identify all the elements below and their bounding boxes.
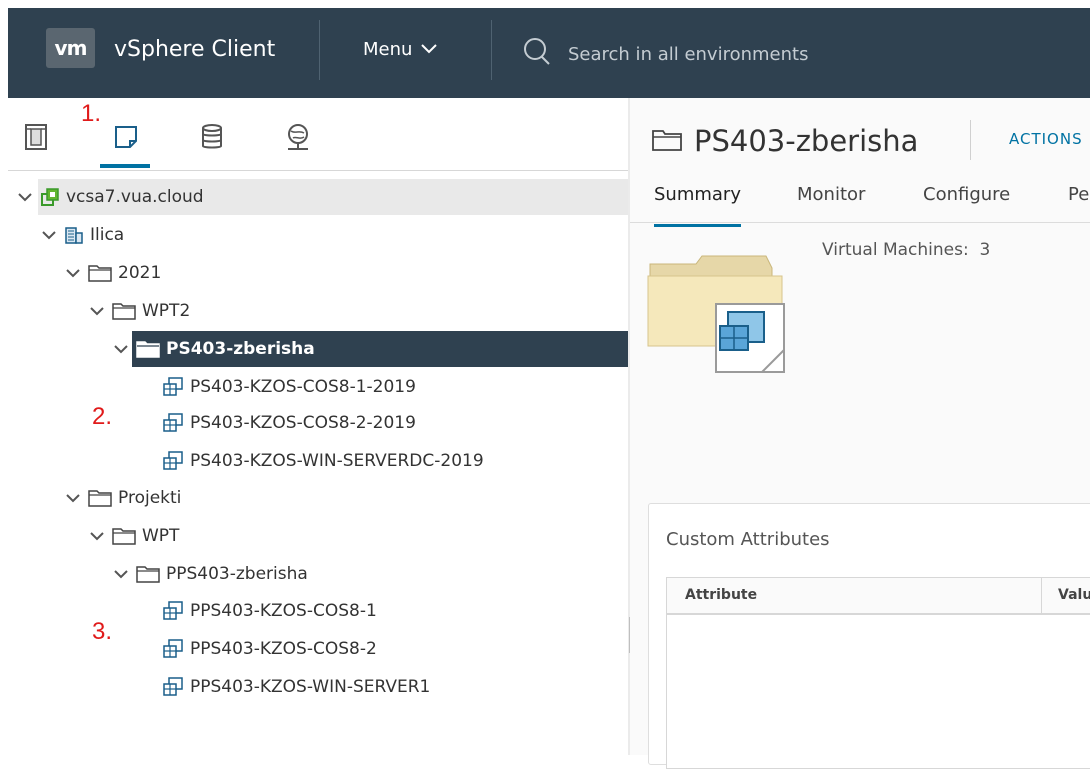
navigator-panel: 1. 2. 3. vcsa7.vua.cloud Ilica 2021 WPT2… (8, 98, 638, 755)
tab-configure[interactable]: Configure (923, 184, 1010, 220)
chevron-down-icon[interactable] (88, 302, 106, 320)
search-icon (522, 36, 568, 73)
vmware-logo: vm (46, 28, 95, 68)
global-search[interactable]: Search in all environments (522, 36, 808, 73)
tree-node-vm[interactable]: PPS403-KZOS-COS8-1 (162, 593, 377, 629)
tree-label: PS403-KZOS-WIN-SERVERDC-2019 (190, 451, 484, 471)
chevron-down-icon[interactable] (40, 226, 58, 244)
top-header: vm vSphere Client Menu Search in all env… (8, 8, 1090, 98)
vm-count-value: 3 (979, 240, 991, 260)
tree-label: PS403-KZOS-COS8-1-2019 (190, 377, 416, 397)
vcenter-icon (40, 187, 60, 207)
tree-label: vcsa7.vua.cloud (66, 187, 204, 207)
object-title: PS403-zberisha (652, 124, 918, 158)
hosts-clusters-icon[interactable] (22, 123, 50, 151)
menu-button[interactable]: Menu (363, 38, 438, 62)
chevron-down-icon[interactable] (88, 527, 106, 545)
tree-label: 2021 (118, 263, 162, 283)
tree-label: PPS403-KZOS-COS8-2 (190, 639, 377, 659)
vms-templates-icon[interactable] (112, 123, 140, 151)
column-header-attribute[interactable]: Attribute (685, 587, 757, 603)
tree-label: Ilica (90, 225, 125, 245)
networking-icon[interactable] (284, 123, 312, 151)
chevron-down-icon[interactable] (64, 264, 82, 282)
tree-node-vm[interactable]: PS403-KZOS-COS8-2-2019 (162, 405, 416, 441)
tree-node-vm[interactable]: PPS403-KZOS-WIN-SERVER1 (162, 669, 430, 705)
tree-node-folder-wpt2[interactable]: WPT2 (88, 293, 190, 329)
vm-icon (162, 601, 184, 621)
folder-icon (136, 565, 160, 583)
vm-icon (162, 639, 184, 659)
annotation-2: 2. (92, 403, 113, 430)
annotation-1: 1. (81, 100, 102, 127)
tree-node-vm[interactable]: PS403-KZOS-WIN-SERVERDC-2019 (162, 443, 484, 479)
folder-icon (136, 340, 160, 358)
tree-node-vm[interactable]: PPS403-KZOS-COS8-2 (162, 631, 377, 667)
chevron-down-icon[interactable] (112, 565, 130, 583)
chevron-down-icon (420, 38, 438, 62)
tree-label: WPT2 (142, 301, 191, 321)
header-divider (319, 20, 320, 80)
vm-icon (162, 677, 184, 697)
app-name[interactable]: vSphere Client (114, 35, 275, 65)
menu-label: Menu (363, 39, 413, 60)
tab-permissions[interactable]: Pe (1068, 184, 1089, 220)
vm-count: Virtual Machines: 3 (822, 240, 990, 260)
tree-label: PPS403-zberisha (166, 564, 308, 584)
vm-icon (162, 451, 184, 471)
vm-folder-icon (646, 254, 786, 378)
tab-summary[interactable]: Summary (654, 184, 741, 227)
folder-icon (88, 264, 112, 282)
tree-node-folder-2021[interactable]: 2021 (64, 255, 161, 291)
column-divider[interactable] (1041, 578, 1042, 613)
folder-icon (112, 527, 136, 545)
folder-icon (112, 302, 136, 320)
window-edge (0, 0, 8, 755)
grid-header: Attribute Valu (667, 578, 1090, 615)
search-input[interactable]: Search in all environments (568, 43, 808, 67)
tree-node-vm[interactable]: PS403-KZOS-COS8-1-2019 (162, 369, 416, 405)
annotation-3: 3. (92, 618, 113, 645)
attributes-grid: Attribute Valu (666, 577, 1090, 769)
title-divider (970, 120, 971, 160)
object-panel: PS403-zberisha ACTIONS Summary Monitor C… (630, 98, 1090, 769)
tab-monitor[interactable]: Monitor (797, 184, 865, 220)
chevron-down-icon[interactable] (112, 340, 130, 358)
tree-node-folder-wpt[interactable]: WPT (88, 518, 179, 554)
tree-label: PS403-KZOS-COS8-2-2019 (190, 413, 416, 433)
vm-count-label: Virtual Machines: (822, 240, 969, 260)
column-header-value[interactable]: Valu (1058, 587, 1090, 603)
header-divider (491, 20, 492, 80)
tree-node-folder-pps403[interactable]: PPS403-zberisha (112, 556, 308, 592)
card-title: Custom Attributes (666, 529, 830, 550)
chevron-down-icon[interactable] (16, 188, 34, 206)
actions-menu[interactable]: ACTIONS (1009, 130, 1083, 148)
tree-node-folder-ps403[interactable]: PS403-zberisha (112, 331, 315, 367)
folder-icon (88, 489, 112, 507)
custom-attributes-card: Custom Attributes Attribute Valu (648, 503, 1090, 769)
tree-label: PPS403-KZOS-WIN-SERVER1 (190, 677, 431, 697)
tree-node-vcenter[interactable]: vcsa7.vua.cloud (16, 179, 204, 215)
active-view-indicator (100, 164, 150, 168)
navigator-toolbar (8, 98, 629, 171)
tree-label: WPT (142, 526, 180, 546)
tree-label: PPS403-KZOS-COS8-1 (190, 601, 377, 621)
storage-icon[interactable] (198, 123, 226, 151)
datacenter-icon (64, 225, 84, 245)
object-name: PS403-zberisha (694, 124, 919, 158)
tree-label: Projekti (118, 488, 182, 508)
tree-node-folder-projekti[interactable]: Projekti (64, 480, 181, 516)
chevron-down-icon[interactable] (64, 489, 82, 507)
vm-icon (162, 413, 184, 433)
tree-node-datacenter[interactable]: Ilica (40, 217, 124, 253)
vm-icon (162, 377, 184, 397)
folder-icon (652, 124, 694, 158)
object-tabs: Summary Monitor Configure Pe (630, 176, 1090, 227)
tree-label: PS403-zberisha (166, 339, 315, 359)
